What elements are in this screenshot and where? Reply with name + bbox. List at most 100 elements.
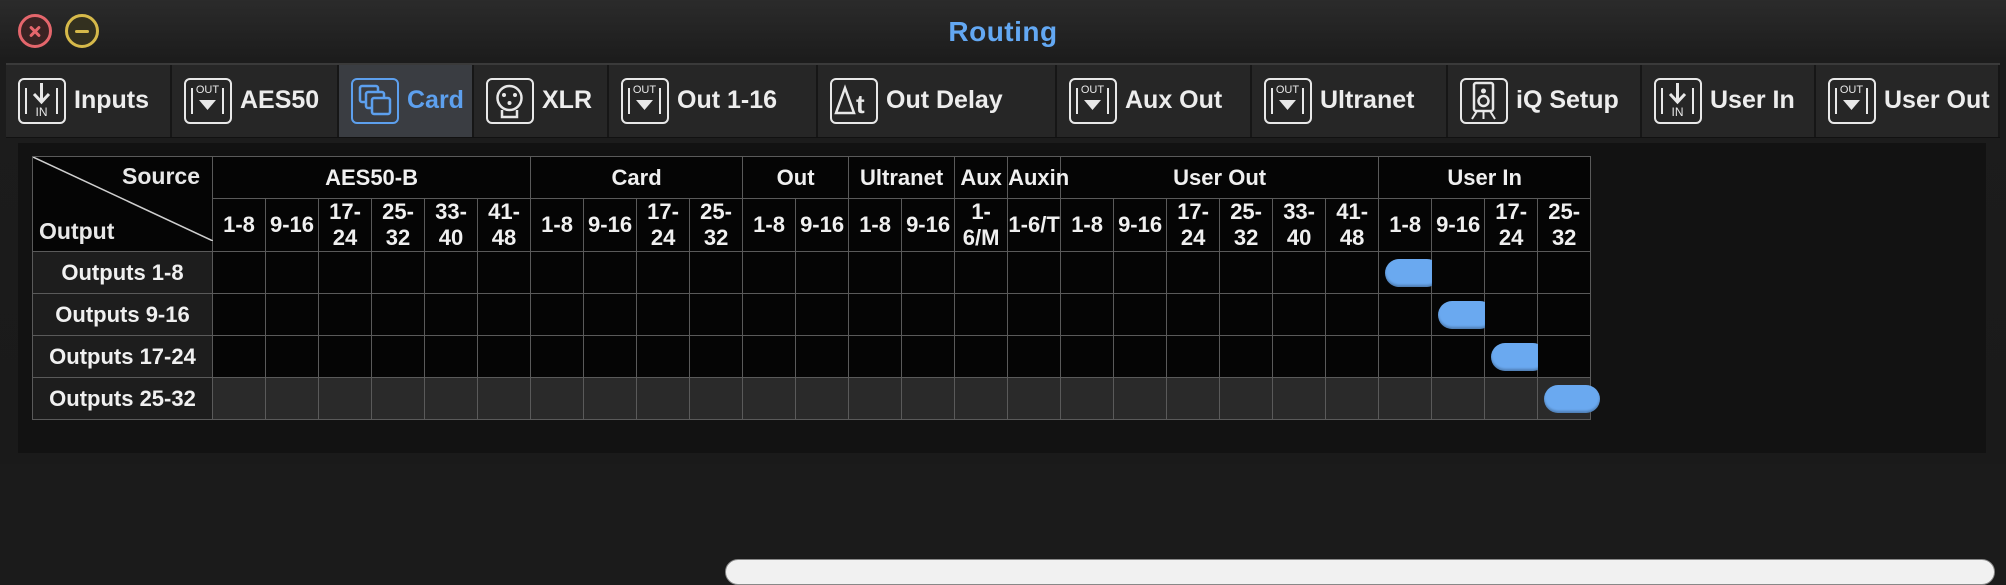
routing-cell[interactable] (795, 251, 850, 294)
routing-cell[interactable] (848, 335, 903, 378)
routing-cell[interactable] (1378, 377, 1433, 420)
routing-cell[interactable] (1272, 377, 1327, 420)
routing-cell[interactable] (1378, 293, 1433, 336)
routing-cell[interactable] (1166, 377, 1221, 420)
routing-cell[interactable] (1219, 335, 1274, 378)
routing-cell[interactable] (318, 293, 372, 336)
routing-cell[interactable] (1007, 251, 1062, 294)
routing-cell[interactable] (371, 377, 425, 420)
routing-cell[interactable] (212, 377, 266, 420)
routing-cell[interactable] (318, 377, 372, 420)
routing-cell[interactable] (265, 251, 319, 294)
routing-cell[interactable] (848, 251, 903, 294)
routing-cell[interactable] (795, 293, 850, 336)
routing-cell[interactable] (1272, 293, 1327, 336)
routing-cell[interactable] (689, 293, 744, 336)
tab-iq-setup[interactable]: iQ Setup (1448, 65, 1642, 137)
routing-cell[interactable] (1166, 251, 1221, 294)
routing-cell[interactable] (265, 293, 319, 336)
routing-cell[interactable] (742, 293, 797, 336)
routing-cell[interactable] (742, 251, 797, 294)
routing-cell[interactable] (265, 335, 319, 378)
routing-cell[interactable] (476, 377, 532, 420)
routing-cell[interactable] (1325, 377, 1380, 420)
routing-cell[interactable] (424, 335, 478, 378)
routing-cell[interactable] (636, 335, 691, 378)
routing-cell[interactable] (1378, 335, 1433, 378)
routing-cell[interactable] (476, 335, 532, 378)
routing-cell[interactable] (371, 335, 425, 378)
routing-cell[interactable] (689, 335, 744, 378)
routing-cell[interactable] (954, 293, 1009, 336)
routing-cell[interactable] (371, 293, 425, 336)
routing-cell[interactable] (1378, 251, 1442, 294)
routing-cell[interactable] (1484, 377, 1539, 420)
routing-cell[interactable] (1325, 293, 1380, 336)
routing-cell[interactable] (1113, 293, 1168, 336)
tab-user-in[interactable]: IN User In (1642, 65, 1816, 137)
routing-cell[interactable] (1537, 293, 1592, 336)
routing-cell[interactable] (848, 377, 903, 420)
routing-cell[interactable] (424, 251, 478, 294)
routing-cell[interactable] (530, 293, 585, 336)
routing-cell[interactable] (583, 293, 638, 336)
routing-cell[interactable] (1113, 335, 1168, 378)
routing-cell[interactable] (318, 335, 372, 378)
routing-cell[interactable] (583, 335, 638, 378)
routing-cell[interactable] (476, 251, 532, 294)
routing-cell[interactable] (1431, 251, 1486, 294)
tab-ultranet[interactable]: OUT Ultranet (1252, 65, 1448, 137)
routing-cell[interactable] (212, 251, 266, 294)
tab-user-out[interactable]: OUT User Out (1816, 65, 2000, 137)
tab-xlr[interactable]: XLR (474, 65, 609, 137)
routing-cell[interactable] (901, 293, 956, 336)
routing-cell[interactable] (689, 251, 744, 294)
routing-cell[interactable] (1484, 335, 1548, 378)
tab-aes50[interactable]: OUT AES50 (172, 65, 339, 137)
routing-cell[interactable] (424, 377, 478, 420)
routing-cell[interactable] (1537, 335, 1592, 378)
tab-out-1-16[interactable]: OUT Out 1-16 (609, 65, 818, 137)
routing-cell[interactable] (265, 377, 319, 420)
routing-cell[interactable] (954, 251, 1009, 294)
route-active-indicator[interactable] (1544, 385, 1601, 413)
routing-cell[interactable] (1113, 377, 1168, 420)
routing-cell[interactable] (1325, 251, 1380, 294)
routing-cell[interactable] (1219, 377, 1274, 420)
routing-cell[interactable] (742, 335, 797, 378)
routing-cell[interactable] (1431, 377, 1486, 420)
routing-cell[interactable] (1060, 377, 1115, 420)
routing-cell[interactable] (1166, 293, 1221, 336)
routing-cell[interactable] (1431, 335, 1486, 378)
routing-cell[interactable] (1537, 377, 1601, 420)
routing-cell[interactable] (636, 293, 691, 336)
routing-cell[interactable] (795, 335, 850, 378)
routing-cell[interactable] (476, 293, 532, 336)
routing-cell[interactable] (1431, 293, 1495, 336)
routing-cell[interactable] (795, 377, 850, 420)
routing-cell[interactable] (742, 377, 797, 420)
routing-cell[interactable] (1060, 335, 1115, 378)
routing-cell[interactable] (1219, 251, 1274, 294)
routing-cell[interactable] (636, 377, 691, 420)
routing-cell[interactable] (1325, 335, 1380, 378)
routing-cell[interactable] (901, 335, 956, 378)
routing-cell[interactable] (1007, 377, 1062, 420)
routing-cell[interactable] (1219, 293, 1274, 336)
routing-cell[interactable] (1166, 335, 1221, 378)
routing-cell[interactable] (583, 377, 638, 420)
routing-cell[interactable] (901, 377, 956, 420)
routing-cell[interactable] (954, 377, 1009, 420)
routing-cell[interactable] (1484, 251, 1539, 294)
routing-cell[interactable] (371, 251, 425, 294)
routing-cell[interactable] (318, 251, 372, 294)
tab-inputs[interactable]: IN Inputs (6, 65, 172, 137)
tab-card[interactable]: Card (339, 65, 474, 137)
routing-cell[interactable] (636, 251, 691, 294)
routing-cell[interactable] (901, 251, 956, 294)
routing-cell[interactable] (954, 335, 1009, 378)
routing-cell[interactable] (1007, 335, 1062, 378)
tab-out-delay[interactable]: t Out Delay (818, 65, 1057, 137)
routing-cell[interactable] (212, 335, 266, 378)
routing-cell[interactable] (848, 293, 903, 336)
